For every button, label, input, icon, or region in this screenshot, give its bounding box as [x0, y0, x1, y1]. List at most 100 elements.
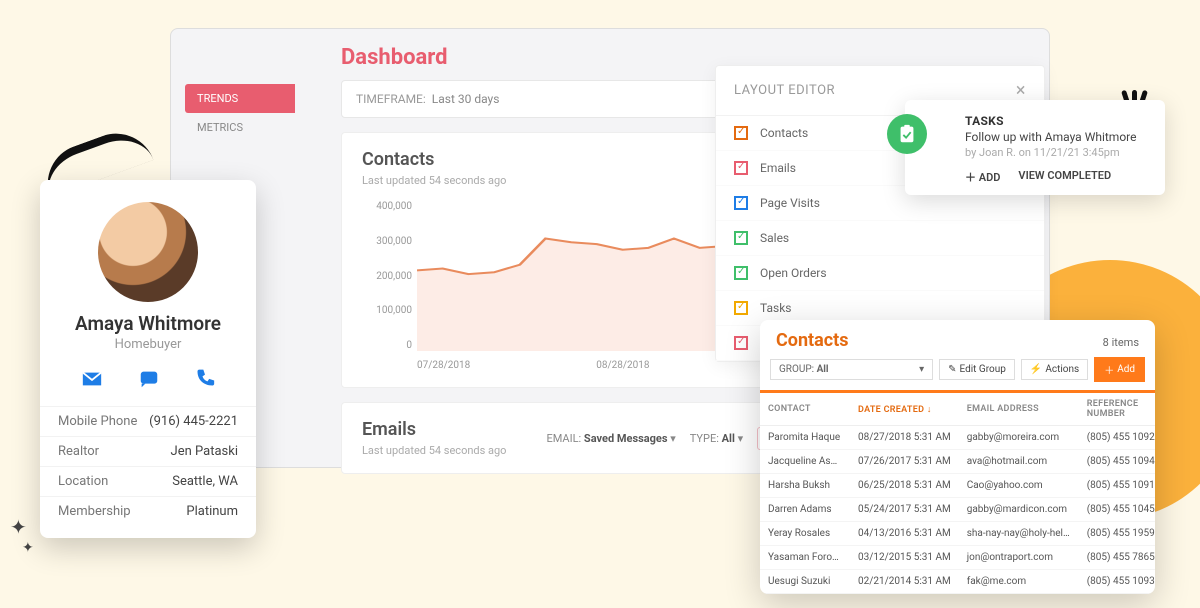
table-cell: 04/13/2016 5:31 AM [850, 522, 959, 546]
profile-field-value: Platinum [186, 504, 238, 519]
emails-card-subtitle: Last updated 54 seconds ago [362, 444, 506, 457]
chevron-down-icon: ▾ [919, 364, 924, 375]
group-select[interactable]: GROUP: All ▾ [770, 359, 933, 380]
emails-card-title: Emails [362, 419, 506, 440]
emails-filter-type-label: TYPE: [690, 432, 719, 445]
table-cell: Cao@yahoo.com [959, 474, 1079, 498]
table-row[interactable]: Paromita Haque08/27/2018 5:31 AMgabby@mo… [760, 426, 1155, 450]
table-cell: 06/25/2018 5:31 AM [850, 474, 959, 498]
layout-editor-item[interactable]: Open Orders [716, 256, 1044, 291]
layout-editor-item[interactable]: Sales [716, 221, 1044, 256]
table-cell: 08/27/2018 5:31 AM [850, 426, 959, 450]
profile-field-row: RealtorJen Pataski [40, 436, 256, 466]
timeframe-value: Last 30 days [432, 92, 500, 106]
checkbox-icon [734, 161, 748, 175]
contacts-table-count: 8 items [1103, 336, 1139, 349]
lightning-icon: ⚡ [1030, 364, 1042, 375]
chart-y-axis: 400,000 300,000 200,000 100,000 0 [362, 201, 412, 351]
table-cell: jon@ontraport.com [959, 546, 1079, 570]
actions-button[interactable]: ⚡ Actions [1021, 359, 1088, 380]
chevron-down-icon[interactable]: ▾ [738, 432, 744, 445]
profile-field-row: Location Seattle, WA [40, 466, 256, 496]
layout-editor-item-label: Contacts [760, 126, 808, 140]
profile-field-key: Mobile Phone [58, 414, 137, 429]
layout-editor-item-label: Open Orders [760, 266, 827, 280]
profile-field-row: Membership Platinum [40, 496, 256, 526]
close-icon[interactable]: × [1016, 80, 1026, 101]
table-cell: Uesugi Suzuki [760, 570, 850, 594]
task-add-button[interactable]: ＋ ADD [965, 169, 1000, 185]
table-cell: (805) 455 1093 [1079, 570, 1155, 594]
table-column-header[interactable]: CONTACT [760, 393, 850, 426]
emails-filter-email-label: EMAIL: [546, 432, 581, 445]
table-cell: gabby@mardicon.com [959, 498, 1079, 522]
table-cell: Yeray Rosales [760, 522, 850, 546]
table-cell: sha-nay-nay@holy-hell-batm [959, 522, 1079, 546]
task-message: Follow up with Amaya Whitmore [965, 130, 1149, 144]
task-toast: TASKS Follow up with Amaya Whitmore by J… [905, 100, 1165, 195]
table-cell: Jacqueline Asong [760, 450, 850, 474]
table-cell: ava@hotmail.com [959, 450, 1079, 474]
layout-editor-item-label: Sales [760, 231, 789, 245]
sort-down-icon: ↓ [927, 405, 932, 415]
chat-icon[interactable] [138, 368, 160, 390]
checkbox-icon [734, 301, 748, 315]
profile-field-key: Location [58, 474, 108, 489]
table-cell: (805) 455 1045 [1079, 498, 1155, 522]
table-cell: (805) 455 1091 [1079, 474, 1155, 498]
profile-name: Amaya Whitmore [40, 312, 256, 335]
decor-sparkle-icon: ✦ [22, 540, 34, 556]
table-row[interactable]: Yeray Rosales04/13/2016 5:31 AMsha-nay-n… [760, 522, 1155, 546]
table-column-header[interactable]: DATE CREATED ↓ [850, 393, 959, 426]
task-view-completed-button[interactable]: VIEW COMPLETED [1018, 169, 1111, 185]
checkbox-icon [734, 266, 748, 280]
table-cell: 05/24/2017 5:31 AM [850, 498, 959, 522]
table-cell: fak@me.com [959, 570, 1079, 594]
edit-group-button[interactable]: ✎ Edit Group [939, 359, 1015, 380]
profile-field-key: Realtor [58, 444, 99, 459]
table-row[interactable]: Darren Adams05/24/2017 5:31 AMgabby@mard… [760, 498, 1155, 522]
table-cell: Yasaman Foroutan [760, 546, 850, 570]
decor-sparkle-icon: ✦ [10, 515, 27, 539]
plus-icon: ＋ [965, 171, 976, 184]
profile-field-value: (916) 445-2221 [149, 414, 238, 429]
task-meta: by Joan R. on 11/21/21 3:45pm [965, 146, 1149, 159]
emails-filter-type-value[interactable]: All [722, 432, 735, 445]
table-cell: (805) 455 7865 [1079, 546, 1155, 570]
table-cell: 03/12/2015 5:31 AM [850, 546, 959, 570]
table-column-header[interactable]: EMAIL ADDRESS [959, 393, 1079, 426]
layout-editor-item-label: Emails [760, 161, 796, 175]
emails-filter-email-value[interactable]: Saved Messages [584, 432, 668, 445]
mail-icon[interactable] [81, 368, 103, 390]
table-row[interactable]: Uesugi Suzuki02/21/2014 5:31 AMfak@me.co… [760, 570, 1155, 594]
table-cell: (805) 455 1092 [1079, 426, 1155, 450]
timeframe-label: TIMEFRAME: [356, 92, 426, 106]
add-contact-button[interactable]: ＋ Add [1094, 357, 1145, 382]
table-row[interactable]: Yasaman Foroutan03/12/2015 5:31 AMjon@on… [760, 546, 1155, 570]
phone-icon[interactable] [195, 368, 215, 390]
table-row[interactable]: Jacqueline Asong07/26/2017 5:31 AMava@ho… [760, 450, 1155, 474]
table-row[interactable]: Harsha Buksh06/25/2018 5:31 AMCao@yahoo.… [760, 474, 1155, 498]
chevron-down-icon[interactable]: ▾ [670, 432, 676, 445]
clipboard-check-icon [887, 114, 927, 154]
contacts-table-title: Contacts [776, 330, 848, 351]
table-cell: Darren Adams [760, 498, 850, 522]
profile-field-row: Mobile Phone (916) 445-2221 [40, 406, 256, 436]
table-cell: Paromita Haque [760, 426, 850, 450]
table-column-header[interactable]: REFERENCE NUMBER [1079, 393, 1155, 426]
table-cell: 02/21/2014 5:31 AM [850, 570, 959, 594]
layout-editor-item-label: Page Visits [760, 196, 820, 210]
profile-card: Amaya Whitmore Homebuyer Mobile Phone (91… [40, 180, 256, 538]
tab-metrics[interactable]: METRICS [185, 113, 295, 142]
checkbox-icon [734, 126, 748, 140]
table-cell: 07/26/2017 5:31 AM [850, 450, 959, 474]
layout-editor-item-label: Tasks [760, 301, 792, 315]
checkbox-icon [734, 231, 748, 245]
profile-role: Homebuyer [40, 337, 256, 352]
tab-trends[interactable]: TRENDS [185, 84, 295, 113]
pencil-icon: ✎ [948, 364, 956, 375]
profile-field-key: Membership [58, 504, 131, 519]
profile-field-value: Seattle, WA [172, 474, 238, 489]
task-heading: TASKS [965, 114, 1149, 128]
table-cell: Harsha Buksh [760, 474, 850, 498]
